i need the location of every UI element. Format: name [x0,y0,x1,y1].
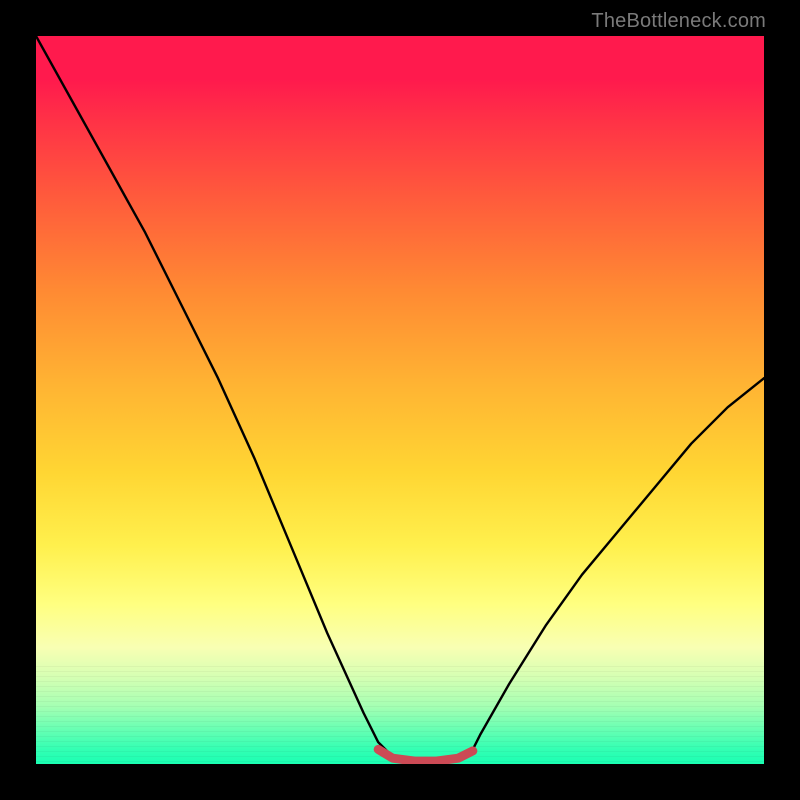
plot-area [36,36,764,764]
black-curve [36,36,764,762]
red-baseline [378,749,473,761]
chart-frame: TheBottleneck.com [0,0,800,800]
watermark-text: TheBottleneck.com [591,10,766,33]
curve-layer [36,36,764,764]
